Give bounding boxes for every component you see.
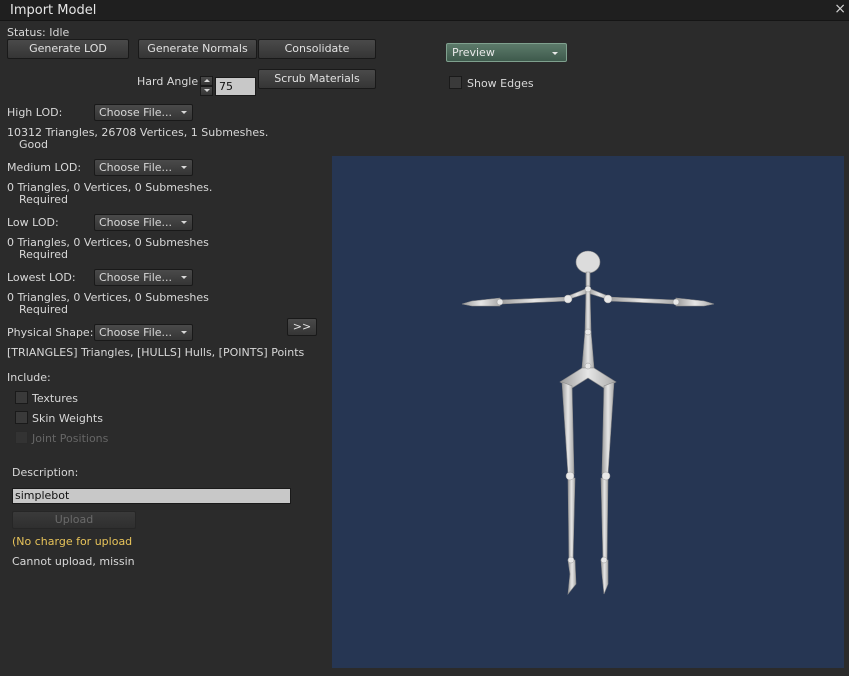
high-lod-choose-label: Choose File... [99, 106, 173, 119]
upload-status: Cannot upload, missin [12, 555, 135, 568]
preview-mode-select[interactable]: Preview [446, 43, 567, 62]
generate-normals-button[interactable]: Generate Normals [138, 39, 257, 59]
low-lod-state: Required [19, 248, 68, 261]
textures-checkbox[interactable] [15, 391, 28, 404]
spin-up-icon [204, 79, 210, 82]
consolidate-button[interactable]: Consolidate [258, 39, 376, 59]
lowest-lod-choose-label: Choose File... [99, 271, 173, 284]
generate-lod-button[interactable]: Generate LOD [7, 39, 129, 59]
chevron-down-icon [181, 221, 187, 224]
include-label: Include: [7, 371, 51, 384]
expand-physics-button[interactable]: >> [287, 318, 317, 336]
chevron-down-icon [181, 331, 187, 334]
skin-weights-label: Skin Weights [32, 412, 103, 425]
physical-shape-label: Physical Shape: [7, 326, 94, 339]
medium-lod-choose-label: Choose File... [99, 161, 173, 174]
show-edges-label: Show Edges [467, 77, 534, 90]
hard-angle-input[interactable]: 75 [215, 77, 256, 96]
lowest-lod-label: Lowest LOD: [7, 271, 76, 284]
physical-shape-choose-label: Choose File... [99, 326, 173, 339]
preview-mode-value: Preview [452, 46, 495, 59]
skeleton-model [461, 250, 715, 595]
high-lod-label: High LOD: [7, 106, 63, 119]
medium-lod-choose-file[interactable]: Choose File... [94, 159, 193, 176]
hard-angle-decrease[interactable] [200, 86, 213, 96]
joint-positions-checkbox [15, 431, 28, 444]
description-input[interactable]: simplebot [12, 488, 291, 504]
upload-button[interactable]: Upload [12, 511, 136, 529]
joint-positions-label: Joint Positions [32, 432, 109, 445]
lowest-lod-state: Required [19, 303, 68, 316]
high-lod-choose-file[interactable]: Choose File... [94, 104, 193, 121]
description-label: Description: [12, 466, 79, 479]
textures-label: Textures [32, 392, 78, 405]
low-lod-choose-file[interactable]: Choose File... [94, 214, 193, 231]
chevron-down-icon [552, 52, 558, 55]
hard-angle-increase[interactable] [200, 76, 213, 86]
low-lod-choose-label: Choose File... [99, 216, 173, 229]
chevron-down-icon [181, 276, 187, 279]
show-edges-checkbox[interactable] [449, 76, 462, 89]
title-bar [0, 0, 849, 21]
medium-lod-state: Required [19, 193, 68, 206]
hard-angle-label: Hard Angle [137, 75, 199, 88]
spin-down-icon [204, 89, 210, 92]
window-title: Import Model [10, 3, 97, 18]
lowest-lod-choose-file[interactable]: Choose File... [94, 269, 193, 286]
scrub-materials-button[interactable]: Scrub Materials [258, 69, 376, 89]
chevron-down-icon [181, 166, 187, 169]
model-preview-viewport[interactable] [332, 156, 844, 668]
skin-weights-checkbox[interactable] [15, 411, 28, 424]
medium-lod-label: Medium LOD: [7, 161, 82, 174]
chevron-down-icon [181, 111, 187, 114]
low-lod-label: Low LOD: [7, 216, 59, 229]
status-text: Status: Idle [7, 26, 70, 39]
high-lod-state: Good [19, 138, 48, 151]
upload-charge-note: (No charge for upload [12, 535, 133, 548]
close-icon[interactable]: × [834, 1, 846, 17]
physical-shape-info: [TRIANGLES] Triangles, [HULLS] Hulls, [P… [7, 346, 305, 359]
physical-shape-choose-file[interactable]: Choose File... [94, 324, 193, 341]
